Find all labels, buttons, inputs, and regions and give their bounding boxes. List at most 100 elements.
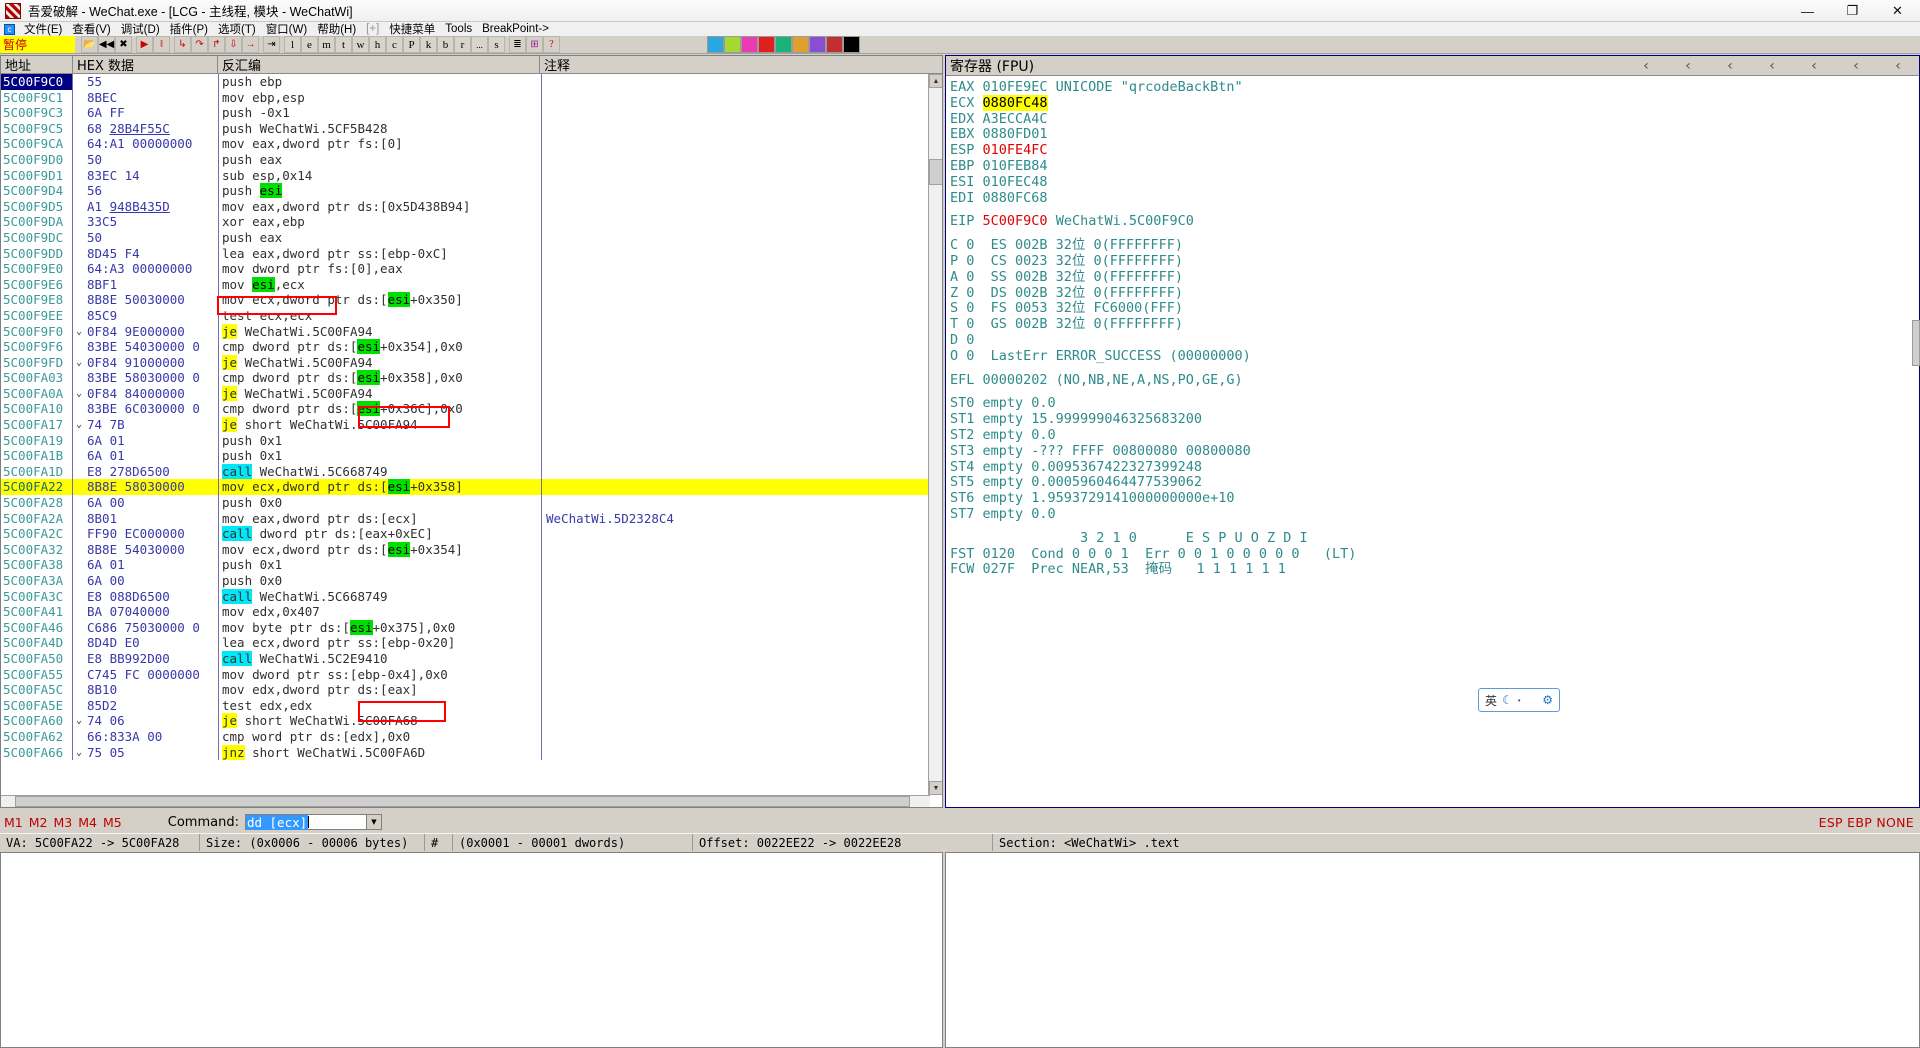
- row-address[interactable]: 5C00FA5E: [1, 697, 73, 714]
- row-hex-bytes[interactable]: 83BE 58030000 0: [85, 370, 218, 386]
- row-disassembly[interactable]: mov eax,dword ptr ds:[0x5D438B94]: [219, 199, 541, 215]
- close-window-button[interactable]: ✕: [1875, 0, 1920, 22]
- toolbar-letter-m[interactable]: m: [318, 36, 335, 53]
- row-hex-bytes[interactable]: 85D2: [85, 698, 218, 714]
- menu-item-file[interactable]: 文件(E): [19, 21, 67, 37]
- disassembly-row[interactable]: 5C00F9D0 50 push eax: [1, 151, 942, 168]
- row-address[interactable]: 5C00FA10: [1, 401, 73, 418]
- row-address[interactable]: 5C00FA3C: [1, 588, 73, 605]
- help-button[interactable]: ?: [543, 36, 560, 53]
- row-address[interactable]: 5C00FA38: [1, 557, 73, 573]
- row-hex-bytes[interactable]: 8B8E 54030000: [85, 542, 218, 558]
- row-comment[interactable]: [541, 604, 942, 620]
- row-hex-bytes[interactable]: 83EC 14: [85, 168, 218, 184]
- row-hex-bytes[interactable]: 75 05: [85, 745, 218, 761]
- disassembly-row[interactable]: 5C00F9F0 ⌄ 0F84 9E000000 je WeChatWi.5C00FA…: [1, 323, 942, 340]
- row-address[interactable]: 5C00FA19: [1, 432, 73, 449]
- row-comment[interactable]: [541, 448, 942, 464]
- row-address[interactable]: 5C00FA1D: [1, 463, 73, 480]
- row-comment[interactable]: [541, 229, 942, 246]
- disassembly-horizontal-scrollbar[interactable]: [1, 795, 930, 807]
- row-disassembly[interactable]: call WeChatWi.5C2E9410: [219, 650, 541, 667]
- row-address[interactable]: 5C00FA55: [1, 666, 73, 683]
- register-eax[interactable]: EAX 010FE9EC UNICODE "qrcodeBackBtn": [950, 79, 1919, 96]
- flag-s[interactable]: S 0 FS 0053 32位 FC6000(FFF): [950, 301, 1919, 317]
- restart-button[interactable]: ◀◀: [98, 36, 115, 53]
- row-address[interactable]: 5C00F9DA: [1, 214, 73, 230]
- row-address[interactable]: 5C00FA0A: [1, 385, 73, 402]
- row-hex-bytes[interactable]: E8 278D6500: [85, 464, 218, 480]
- row-hex-bytes[interactable]: 83BE 6C030000 0: [85, 401, 218, 417]
- row-disassembly[interactable]: mov ecx,dword ptr ds:[esi+0x350]: [219, 292, 541, 308]
- command-input-value[interactable]: dd [ecx]: [245, 814, 309, 830]
- row-hex-bytes[interactable]: E8 088D6500: [85, 589, 218, 605]
- row-address[interactable]: 5C00F9DD: [1, 245, 73, 262]
- row-comment[interactable]: [541, 713, 942, 729]
- row-disassembly[interactable]: test ecx,ecx: [219, 308, 541, 324]
- row-hex-bytes[interactable]: FF90 EC000000: [85, 526, 218, 542]
- row-disassembly[interactable]: je short WeChatWi.5C00FA94: [219, 417, 541, 433]
- row-comment[interactable]: [541, 74, 942, 90]
- register-fcw[interactable]: FCW 027F Prec NEAR,53 掩码 1 1 1 1 1 1: [950, 562, 1919, 578]
- row-address[interactable]: 5C00FA22: [1, 479, 73, 496]
- row-address[interactable]: 5C00F9E0: [1, 261, 73, 277]
- disassembly-row[interactable]: 5C00FA38 6A 01 push 0x1: [1, 557, 942, 573]
- module-button-m3[interactable]: M3: [54, 815, 73, 830]
- row-comment[interactable]: [541, 401, 942, 418]
- row-disassembly[interactable]: lea eax,dword ptr ss:[ebp-0xC]: [219, 246, 541, 262]
- row-hex-bytes[interactable]: 6A 01: [85, 557, 218, 573]
- fpu-st1[interactable]: ST1 empty 15.999999046325683200: [950, 411, 1919, 428]
- minimize-button[interactable]: —: [1785, 0, 1830, 22]
- row-disassembly[interactable]: je WeChatWi.5C00FA94: [219, 354, 541, 371]
- menu-item-plugins[interactable]: 插件(P): [165, 21, 213, 37]
- row-hex-bytes[interactable]: 6A 00: [85, 573, 218, 589]
- row-address[interactable]: 5C00FA2C: [1, 526, 73, 542]
- row-hex-bytes[interactable]: 0F84 84000000: [85, 386, 218, 402]
- row-hex-bytes[interactable]: 50: [85, 230, 218, 246]
- disassembly-row[interactable]: 5C00FA2A 8B01 mov eax,dword ptr ds:[ecx] We…: [1, 510, 942, 527]
- register-efl[interactable]: EFL 00000202 (NO,NB,NE,A,NS,PO,GE,G): [950, 372, 1919, 389]
- row-hex-bytes[interactable]: 68 28B4F55C: [85, 121, 218, 137]
- row-disassembly[interactable]: lea ecx,dword ptr ss:[ebp-0x20]: [219, 635, 541, 651]
- row-disassembly[interactable]: push eax: [219, 152, 541, 168]
- fpu-st0[interactable]: ST0 empty 0.0: [950, 396, 1919, 412]
- module-button-m1[interactable]: M1: [4, 815, 23, 830]
- menu-item-window[interactable]: 窗口(W): [261, 21, 313, 37]
- step-into-button[interactable]: ↳: [174, 36, 191, 53]
- disassembly-row[interactable]: 5C00FA4D 8D4D E0 lea ecx,dword ptr ss:[ebp…: [1, 635, 942, 651]
- toolbar-letter-l[interactable]: l: [284, 36, 301, 53]
- disassembly-row[interactable]: 5C00FA03 83BE 58030000 0 cmp dword ptr ds:…: [1, 370, 942, 386]
- row-hex-bytes[interactable]: 83BE 54030000 0: [85, 339, 218, 355]
- row-comment[interactable]: [541, 526, 942, 542]
- row-disassembly[interactable]: mov edx,0x407: [219, 604, 541, 620]
- row-comment[interactable]: [541, 619, 942, 636]
- row-disassembly[interactable]: cmp dword ptr ds:[esi+0x354],0x0: [219, 339, 541, 355]
- row-address[interactable]: 5C00F9D1: [1, 167, 73, 184]
- row-comment[interactable]: [541, 151, 942, 168]
- row-comment[interactable]: [541, 728, 942, 745]
- row-hex-bytes[interactable]: 6A FF: [85, 105, 218, 121]
- row-comment[interactable]: [541, 89, 942, 106]
- row-hex-bytes[interactable]: 8B01: [85, 511, 218, 527]
- nav-arrow-6[interactable]: ‹: [1835, 58, 1877, 74]
- disassembly-row[interactable]: 5C00F9E0 64:A3 00000000 mov dword ptr fs:[…: [1, 261, 942, 277]
- row-disassembly[interactable]: push 0x0: [219, 573, 541, 589]
- row-hex-bytes[interactable]: 64:A3 00000000: [85, 261, 218, 277]
- disassembly-row[interactable]: 5C00FA1D E8 278D6500 call WeChatWi.5C66874…: [1, 463, 942, 480]
- row-hex-bytes[interactable]: 6A 01: [85, 433, 218, 449]
- register-fst[interactable]: FST 0120 Cond 0 0 0 1 Err 0 0 1 0 0 0 0 …: [950, 546, 1919, 563]
- row-address[interactable]: 5C00FA46: [1, 619, 73, 636]
- row-address[interactable]: 5C00FA5C: [1, 682, 73, 698]
- black-icon[interactable]: [843, 36, 860, 53]
- row-address[interactable]: 5C00FA03: [1, 370, 73, 386]
- disassembly-row[interactable]: 5C00F9C5 68 28B4F55C push WeChatWi.5CF5B42…: [1, 120, 942, 137]
- row-comment[interactable]: [541, 463, 942, 480]
- plugin3-icon[interactable]: [809, 36, 826, 53]
- step-out-button[interactable]: ↱: [208, 36, 225, 53]
- row-hex-bytes[interactable]: E8 BB992D00: [85, 651, 218, 667]
- row-address[interactable]: 5C00F9F6: [1, 339, 73, 355]
- disassembly-row[interactable]: 5C00F9FD ⌄ 0F84 91000000 je WeChatWi.5C00FA…: [1, 354, 942, 371]
- disassembly-row[interactable]: 5C00FA1B 6A 01 push 0x1: [1, 448, 942, 464]
- row-disassembly[interactable]: mov eax,dword ptr fs:[0]: [219, 136, 541, 152]
- disassembly-row[interactable]: 5C00F9DA 33C5 xor eax,ebp: [1, 214, 942, 230]
